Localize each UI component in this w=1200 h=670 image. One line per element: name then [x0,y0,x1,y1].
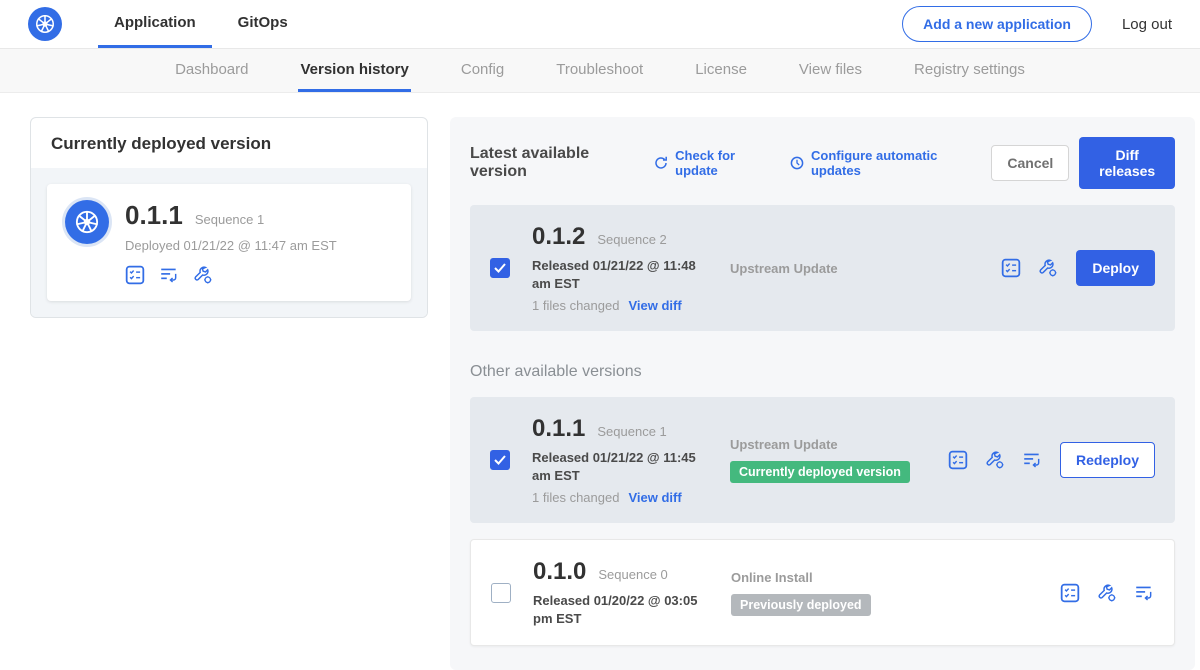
cancel-button[interactable]: Cancel [991,145,1069,181]
version-row-0-1-2: 0.1.2 Sequence 2 Released 01/21/22 @ 11:… [470,205,1175,331]
subnav-label: Dashboard [175,61,248,78]
version-sequence: Sequence 1 [597,424,666,439]
deployed-version-info: 0.1.1 Sequence 1 Deployed 01/21/22 @ 11:… [125,200,337,285]
release-notes-icon[interactable] [948,450,968,470]
refresh-icon [653,155,669,171]
configure-automatic-updates-label: Configure automatic updates [811,148,971,178]
version-sequence: Sequence 2 [597,232,666,247]
version-checkbox[interactable] [490,450,510,470]
tab-gitops[interactable]: GitOps [222,0,304,48]
version-info: 0.1.2 Sequence 2 Released 01/21/22 @ 11:… [532,223,730,313]
view-diff-link[interactable]: View diff [628,298,681,313]
other-versions-title: Other available versions [470,363,1175,381]
subnav-label: Troubleshoot [556,61,643,78]
version-source-block: Upstream Update Currently deployed versi… [730,437,948,483]
version-row-actions [1060,583,1154,603]
subnav-item-dashboard[interactable]: Dashboard [173,49,250,92]
subnav-label: Version history [300,61,408,78]
diff-releases-button[interactable]: Diff releases [1079,137,1175,189]
deployed-version-number: 0.1.1 [125,200,183,231]
logout-link[interactable]: Log out [1122,16,1172,33]
version-row-0-1-1: 0.1.1 Sequence 1 Released 01/21/22 @ 11:… [470,397,1175,523]
diff-icon[interactable] [1022,450,1042,470]
top-nav-tabs: Application GitOps [98,0,304,48]
redeploy-button[interactable]: Redeploy [1060,442,1155,478]
version-number: 0.1.0 [533,558,586,586]
preflight-icon[interactable] [1097,583,1117,603]
configure-automatic-updates-link[interactable]: Configure automatic updates [789,148,971,178]
kubernetes-logo-icon [28,7,62,41]
release-notes-icon[interactable] [1060,583,1080,603]
versions-panel-header: Latest available version Check for updat… [470,137,1175,189]
deployed-version-sequence: Sequence 1 [195,212,264,227]
header-buttons: Cancel Diff releases [991,137,1175,189]
deployed-actions [125,265,337,285]
files-changed-line: 1 files changed View diff [532,490,730,505]
clock-icon [789,155,805,171]
subnav-item-config[interactable]: Config [459,49,506,92]
tab-application[interactable]: Application [98,0,212,48]
subnav-item-registry-settings[interactable]: Registry settings [912,49,1027,92]
version-info: 0.1.0 Sequence 0 Released 01/20/22 @ 03:… [533,558,731,627]
previously-deployed-badge: Previously deployed [731,594,871,616]
preflight-icon[interactable] [193,265,213,285]
subnav-label: License [695,61,747,78]
subnav-label: Registry settings [914,61,1025,78]
app-logo-icon [65,200,109,244]
version-info: 0.1.1 Sequence 1 Released 01/21/22 @ 11:… [532,415,730,505]
top-nav: Application GitOps Add a new application… [0,0,1200,49]
diff-icon[interactable] [1134,583,1154,603]
version-row-actions [948,450,1042,470]
version-source: Online Install [731,570,949,585]
currently-deployed-badge: Currently deployed version [730,461,910,483]
preflight-icon[interactable] [985,450,1005,470]
deployed-version-card: 0.1.1 Sequence 1 Deployed 01/21/22 @ 11:… [47,184,411,301]
version-row-actions [1001,258,1058,278]
check-for-update-link[interactable]: Check for update [653,148,769,178]
files-changed: 1 files changed [532,490,619,505]
currently-deployed-title: Currently deployed version [31,118,427,168]
version-source: Upstream Update [730,261,948,276]
version-source-block: Online Install Previously deployed [731,570,949,616]
released-date: Released 01/20/22 @ 03:05 pm EST [533,592,718,627]
release-notes-icon[interactable] [1001,258,1021,278]
released-date: Released 01/21/22 @ 11:48 am EST [532,257,717,292]
subnav-item-view-files[interactable]: View files [797,49,864,92]
release-notes-icon[interactable] [125,265,145,285]
subnav-label: Config [461,61,504,78]
diff-icon[interactable] [159,265,179,285]
view-diff-link[interactable]: View diff [628,490,681,505]
released-date: Released 01/21/22 @ 11:45 am EST [532,449,717,484]
version-number: 0.1.2 [532,223,585,251]
versions-panel: Latest available version Check for updat… [450,117,1195,670]
currently-deployed-panel: Currently deployed version 0.1.1 Se [30,117,428,318]
files-changed-line: 1 files changed View diff [532,298,730,313]
deployed-timestamp: Deployed 01/21/22 @ 11:47 am EST [125,238,337,253]
subnav-item-version-history[interactable]: Version history [298,49,410,92]
files-changed: 1 files changed [532,298,619,313]
top-nav-right: Add a new application Log out [902,0,1172,48]
add-new-application-button[interactable]: Add a new application [902,6,1092,42]
currently-deployed-body: 0.1.1 Sequence 1 Deployed 01/21/22 @ 11:… [31,168,427,317]
version-source-block: Upstream Update [730,261,948,276]
version-number: 0.1.1 [532,415,585,443]
main-content: Currently deployed version 0.1.1 Se [0,93,1200,670]
preflight-icon[interactable] [1038,258,1058,278]
deploy-button[interactable]: Deploy [1076,250,1155,286]
latest-available-title: Latest available version [470,145,633,181]
tab-application-label: Application [114,14,196,31]
subnav-label: View files [799,61,862,78]
version-checkbox[interactable] [490,258,510,278]
version-row-0-1-0: 0.1.0 Sequence 0 Released 01/20/22 @ 03:… [470,539,1175,646]
check-for-update-label: Check for update [675,148,769,178]
subnav-item-license[interactable]: License [693,49,749,92]
version-source: Upstream Update [730,437,948,452]
version-checkbox[interactable] [491,583,511,603]
version-sequence: Sequence 0 [598,567,667,582]
sub-nav: Dashboard Version history Config Trouble… [0,49,1200,93]
tab-gitops-label: GitOps [238,14,288,31]
subnav-item-troubleshoot[interactable]: Troubleshoot [554,49,645,92]
